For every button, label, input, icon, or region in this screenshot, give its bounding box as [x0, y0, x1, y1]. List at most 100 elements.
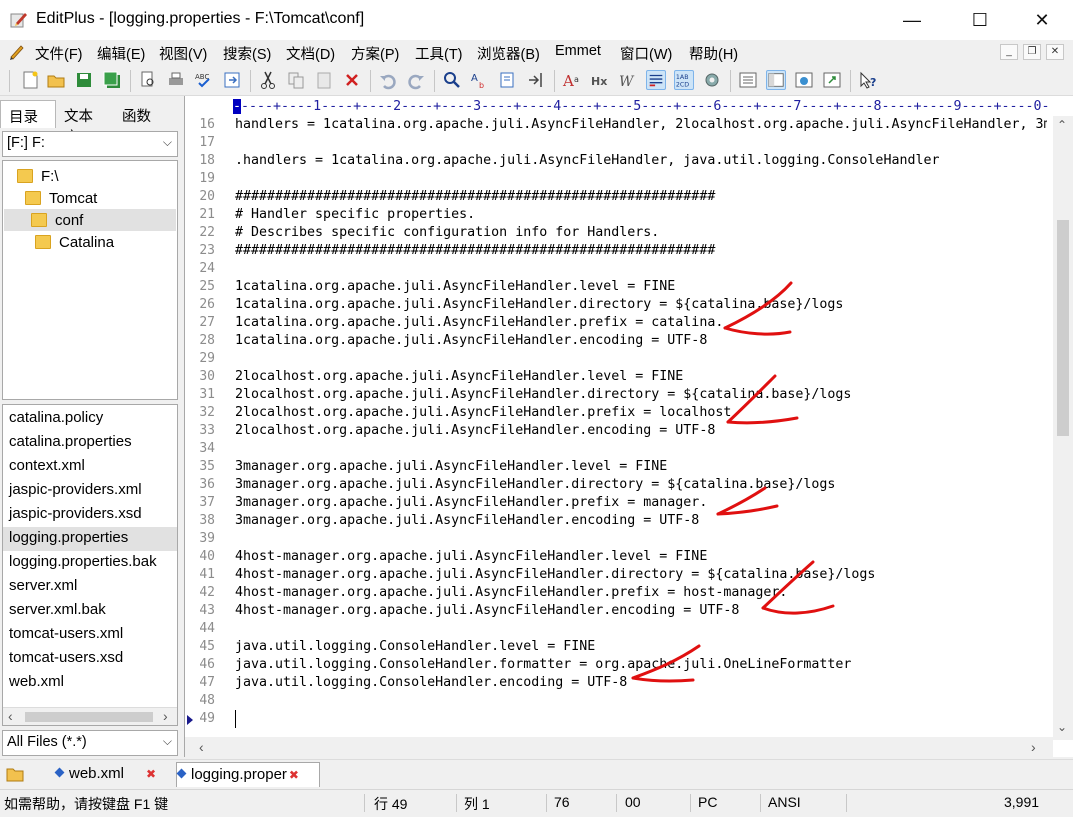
replace-icon[interactable]: Ab: [470, 70, 490, 90]
external-icon[interactable]: [822, 70, 842, 90]
code-line[interactable]: 1catalina.org.apache.juli.AsyncFileHandl…: [235, 296, 843, 314]
tab-directory[interactable]: 目录: [0, 100, 56, 128]
tab-cliptext[interactable]: 文本库: [56, 100, 114, 146]
code-line[interactable]: 1catalina.org.apache.juli.AsyncFileHandl…: [235, 278, 675, 296]
help-icon[interactable]: ?: [858, 70, 878, 90]
hex-icon[interactable]: Hx: [590, 70, 610, 90]
delete-icon[interactable]: [342, 70, 362, 90]
scroll-left-icon[interactable]: ‹: [8, 708, 13, 724]
find-icon[interactable]: [442, 70, 462, 90]
code-line[interactable]: java.util.logging.ConsoleHandler.level =…: [235, 638, 595, 656]
code-line[interactable]: 4host-manager.org.apache.juli.AsyncFileH…: [235, 566, 875, 584]
menu-document[interactable]: 文档(D): [286, 43, 335, 64]
code-text-area[interactable]: handlers = 1catalina.org.apache.juli.Asy…: [235, 116, 1047, 740]
editor-horizontal-scrollbar[interactable]: ‹ ›: [185, 737, 1053, 757]
tab-logging-properties[interactable]: logging.proper ✖: [176, 762, 320, 787]
code-line[interactable]: # Handler specific properties.: [235, 206, 475, 224]
code-line[interactable]: java.util.logging.ConsoleHandler.formatt…: [235, 656, 851, 674]
undo-icon[interactable]: [378, 70, 398, 90]
code-line[interactable]: java.util.logging.ConsoleHandler.encodin…: [235, 674, 627, 692]
tab-functions[interactable]: 函数: [114, 100, 170, 128]
print-preview-icon[interactable]: [138, 70, 158, 90]
settings-icon[interactable]: [702, 70, 722, 90]
spell-check-icon[interactable]: ABC: [194, 70, 214, 90]
list-item[interactable]: tomcat-users.xml: [3, 623, 177, 647]
mdi-minimize-button[interactable]: _: [1000, 44, 1018, 60]
list-item-selected[interactable]: logging.properties: [3, 527, 177, 551]
mdi-close-button[interactable]: ✕: [1046, 44, 1064, 60]
code-line[interactable]: ########################################…: [235, 242, 715, 260]
code-line[interactable]: 4host-manager.org.apache.juli.AsyncFileH…: [235, 584, 787, 602]
list-item[interactable]: tomcat-users.xsd: [3, 647, 177, 671]
code-line[interactable]: 4host-manager.org.apache.juli.AsyncFileH…: [235, 602, 739, 620]
scroll-up-icon[interactable]: ⌃: [1057, 118, 1067, 132]
scrollbar-thumb[interactable]: [1057, 220, 1069, 436]
close-window-button[interactable]: ✕: [1019, 0, 1065, 40]
close-tab-icon[interactable]: ✖: [289, 768, 299, 782]
list-item[interactable]: jaspic-providers.xml: [3, 479, 177, 503]
code-line[interactable]: handlers = 1catalina.org.apache.juli.Asy…: [235, 116, 1047, 134]
code-editor[interactable]: -----+----1----+----2----+----3----+----…: [184, 96, 1073, 757]
split-panel-icon[interactable]: [766, 70, 786, 90]
list-item[interactable]: catalina.properties: [3, 431, 177, 455]
tree-node-tomcat[interactable]: Tomcat: [25, 187, 97, 209]
drive-select[interactable]: [F:] F: ⌵: [2, 131, 178, 157]
list-item[interactable]: server.xml: [3, 575, 177, 599]
panel-icon[interactable]: [738, 70, 758, 90]
print-icon[interactable]: [166, 70, 186, 90]
scroll-right-icon[interactable]: ›: [163, 708, 168, 724]
find-in-files-icon[interactable]: [498, 70, 518, 90]
code-line[interactable]: 4host-manager.org.apache.juli.AsyncFileH…: [235, 548, 707, 566]
font-icon[interactable]: Aa: [562, 70, 582, 90]
mdi-restore-button[interactable]: ❐: [1023, 44, 1041, 60]
menu-edit[interactable]: 编辑(E): [97, 43, 145, 64]
list-item[interactable]: jaspic-providers.xsd: [3, 503, 177, 527]
code-line[interactable]: 1catalina.org.apache.juli.AsyncFileHandl…: [235, 314, 723, 332]
paste-icon[interactable]: [314, 70, 334, 90]
code-line[interactable]: 1catalina.org.apache.juli.AsyncFileHandl…: [235, 332, 707, 350]
scroll-right-icon[interactable]: ›: [1031, 739, 1036, 755]
refresh-icon[interactable]: [222, 70, 242, 90]
code-line[interactable]: 3manager.org.apache.juli.AsyncFileHandle…: [235, 476, 835, 494]
menu-help[interactable]: 帮助(H): [689, 43, 738, 64]
code-line[interactable]: 2localhost.org.apache.juli.AsyncFileHand…: [235, 368, 683, 386]
status-encoding[interactable]: ANSI: [768, 794, 801, 810]
status-line-ending[interactable]: PC: [698, 794, 717, 810]
word-wrap-icon[interactable]: W: [618, 70, 638, 90]
close-tab-icon[interactable]: ✖: [146, 767, 156, 781]
code-line[interactable]: 2localhost.org.apache.juli.AsyncFileHand…: [235, 404, 739, 422]
copy-icon[interactable]: [286, 70, 306, 90]
new-file-icon[interactable]: [20, 70, 40, 90]
file-filter-select[interactable]: All Files (*.*) ⌵: [2, 730, 178, 756]
code-line[interactable]: # Describes specific configuration info …: [235, 224, 659, 242]
scroll-down-icon[interactable]: ⌄: [1057, 720, 1067, 734]
scroll-left-icon[interactable]: ‹: [199, 739, 204, 755]
goto-line-icon[interactable]: [526, 70, 546, 90]
save-all-icon[interactable]: [102, 70, 122, 90]
list-item[interactable]: logging.properties.bak: [3, 551, 177, 575]
browser-icon[interactable]: [794, 70, 814, 90]
menu-project[interactable]: 方案(P): [351, 43, 399, 64]
tree-node-catalina[interactable]: Catalina: [35, 231, 114, 253]
scrollbar-thumb[interactable]: [25, 712, 153, 722]
menu-emmet[interactable]: Emmet: [555, 43, 601, 59]
code-line[interactable]: 2localhost.org.apache.juli.AsyncFileHand…: [235, 386, 851, 404]
minimize-button[interactable]: —: [889, 0, 935, 40]
tree-node-conf[interactable]: conf: [4, 209, 176, 231]
tree-node-drive[interactable]: F:\: [17, 165, 59, 187]
menu-view[interactable]: 视图(V): [159, 43, 207, 64]
line-numbers-icon[interactable]: 1AB2CD: [674, 70, 694, 90]
menu-file[interactable]: 文件(F): [35, 43, 83, 64]
list-item[interactable]: catalina.policy: [3, 407, 177, 431]
menu-browser[interactable]: 浏览器(B): [477, 43, 540, 64]
code-line[interactable]: .handlers = 1catalina.org.apache.juli.As…: [235, 152, 939, 170]
code-line[interactable]: 3manager.org.apache.juli.AsyncFileHandle…: [235, 512, 699, 530]
list-item[interactable]: web.xml: [3, 671, 177, 695]
code-line[interactable]: 2localhost.org.apache.juli.AsyncFileHand…: [235, 422, 715, 440]
save-icon[interactable]: [74, 70, 94, 90]
code-line[interactable]: 3manager.org.apache.juli.AsyncFileHandle…: [235, 458, 667, 476]
redo-icon[interactable]: [406, 70, 426, 90]
cut-icon[interactable]: [258, 70, 278, 90]
editor-vertical-scrollbar[interactable]: ⌃ ⌄: [1053, 116, 1073, 740]
menu-search[interactable]: 搜索(S): [223, 43, 271, 64]
